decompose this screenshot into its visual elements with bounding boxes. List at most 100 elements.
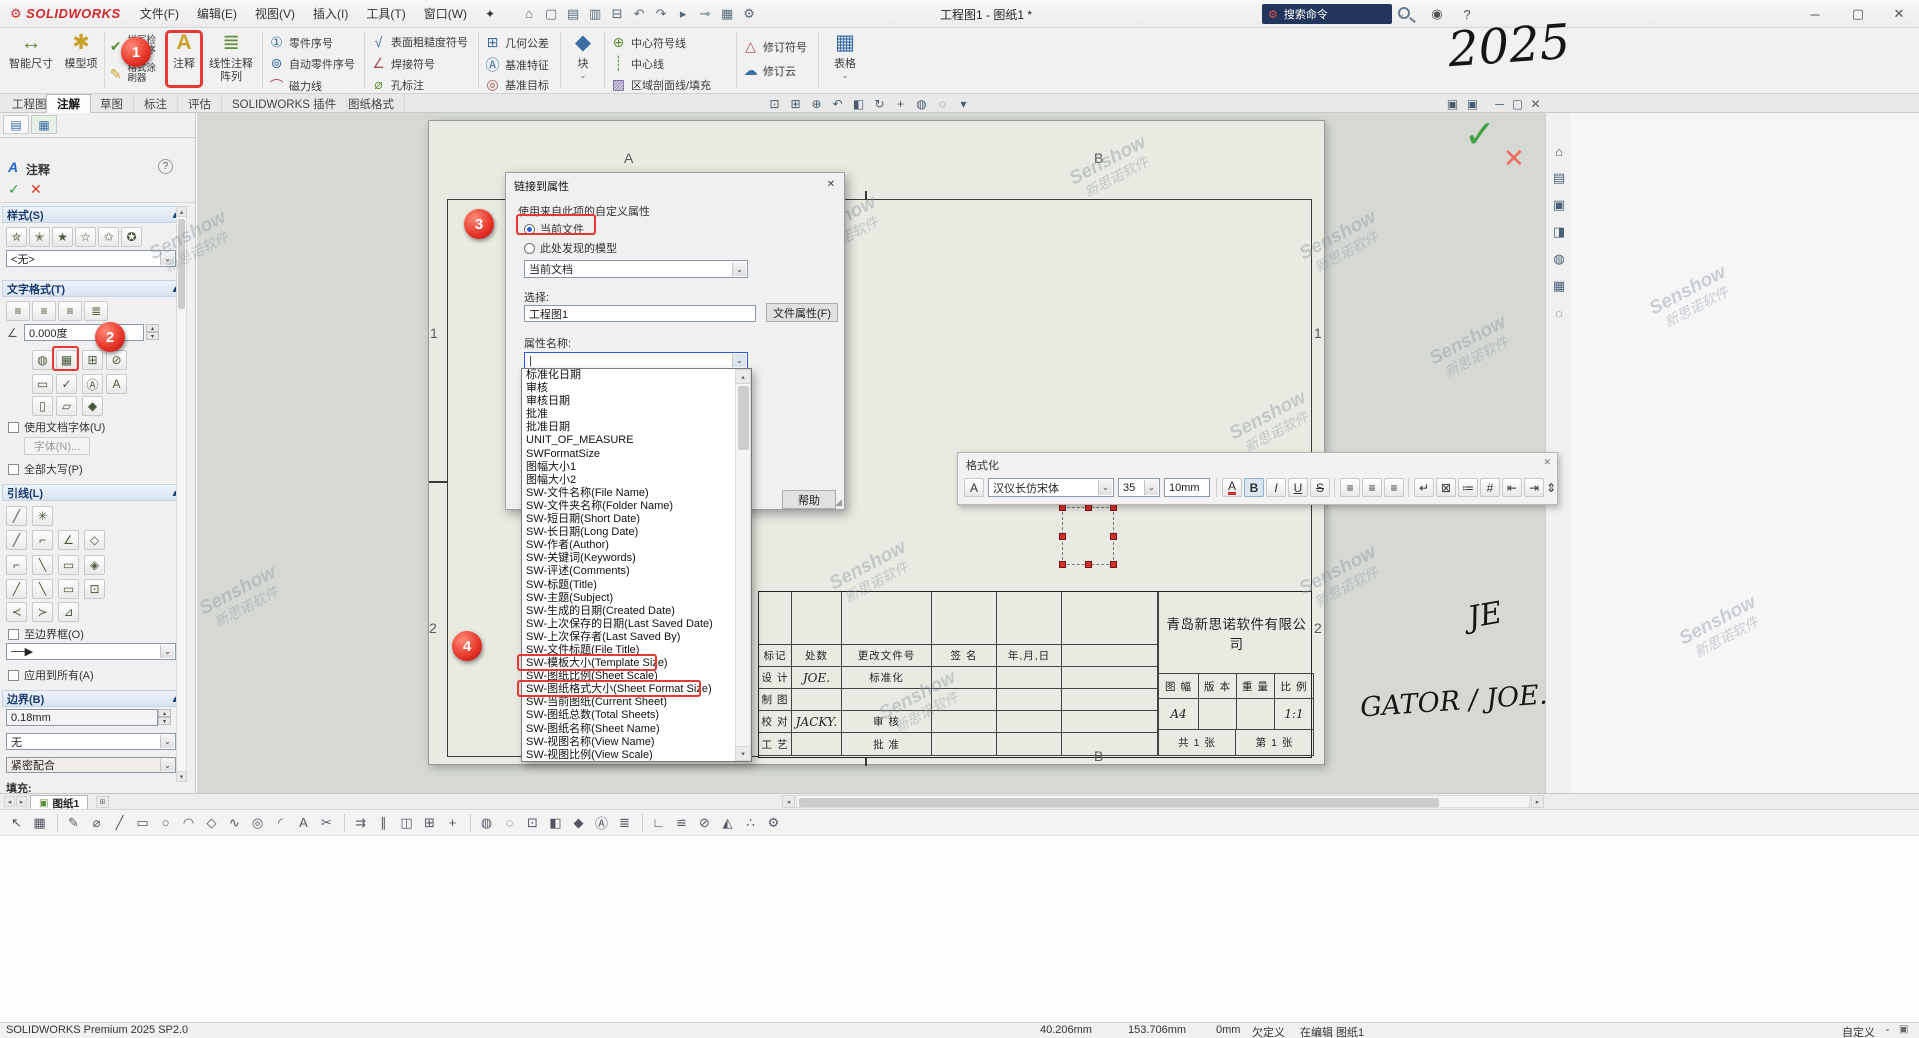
font-size-dropdown[interactable]: 35⌄ (1118, 478, 1160, 497)
zoom-fit-icon[interactable]: ⊡ (765, 95, 784, 112)
angle-input[interactable]: 0.000度 (24, 324, 144, 341)
underline-leader-icon[interactable]: ∠ (58, 530, 79, 550)
cancel-x-mark[interactable]: ✕ (1503, 143, 1525, 174)
grid-icon[interactable]: ▦ (29, 812, 50, 833)
bent-leader-icon[interactable]: ⌐ (32, 530, 53, 550)
doc-restore-icon[interactable]: ▢ (1508, 95, 1527, 112)
font-family-dropdown[interactable]: 汉仪长仿宋体⌄ (988, 478, 1114, 497)
apply-to-all-checkbox[interactable]: 应用到所有(A) (8, 667, 94, 683)
resize-handle[interactable] (1059, 561, 1066, 568)
centerline-button[interactable]: ┊ 中心线 (610, 55, 664, 72)
line-spacing-icon[interactable]: ⇕ (1546, 478, 1556, 497)
style-delete-favorite-icon[interactable]: ✭ (29, 227, 50, 247)
number-list-icon[interactable]: # (1480, 478, 1500, 497)
dialog-close-icon[interactable]: ✕ (823, 177, 839, 192)
pin-icon[interactable]: ✦ (476, 0, 504, 28)
underline-button[interactable]: U (1288, 478, 1308, 497)
list-item[interactable]: SW-当前图纸(Current Sheet) (522, 696, 735, 709)
fillet-icon[interactable]: ◜ (270, 812, 291, 833)
resize-handle[interactable] (1110, 504, 1117, 511)
insert-hyperlink-icon[interactable]: ◍ (32, 350, 53, 370)
align-icon[interactable]: ∟ (648, 812, 669, 833)
style-preset-dropdown[interactable]: <无>⌄ (6, 250, 176, 267)
minimize-icon[interactable]: ─ (1795, 0, 1835, 28)
multi-leader-icon[interactable]: ✳ (32, 506, 53, 526)
list-item[interactable]: SW-视图名称(View Name) (522, 736, 735, 749)
scroll-up-icon[interactable]: ▴ (735, 369, 751, 384)
list-item[interactable]: SW-标题(Title) (522, 579, 735, 592)
section-style[interactable]: 样式(S)▴ (2, 206, 183, 223)
text-icon[interactable]: A (293, 812, 314, 833)
to-bounding-box-checkbox[interactable]: 至边界框(O) (8, 626, 84, 642)
leader-anchor-auto-icon[interactable]: ⊿ (58, 602, 79, 622)
border-fit-dropdown[interactable]: 紧密配合⌄ (6, 757, 176, 773)
section-text-format[interactable]: 文字格式(T)▴ (2, 280, 183, 297)
scrollbar-thumb[interactable] (799, 798, 1439, 807)
feature-manager-tab[interactable]: ▤ (3, 115, 29, 134)
datum-flag-icon[interactable]: Ⓐ (82, 374, 103, 394)
scrollbar-thumb[interactable] (738, 386, 749, 450)
rotate-view-icon[interactable]: ↻ (870, 95, 889, 112)
no-entity-icon[interactable]: ⊘ (694, 812, 715, 833)
view-orientation-icon[interactable]: ◆ (568, 812, 589, 833)
style-menu-icon[interactable]: ✪ (121, 227, 142, 247)
resize-handle[interactable] (1110, 533, 1117, 540)
selected-document-field[interactable]: 工程图1 (524, 305, 756, 322)
wrap-text-icon[interactable]: ↵ (1414, 478, 1434, 497)
appearances-icon[interactable]: ◍ (1549, 249, 1569, 269)
mirror-entities-icon[interactable]: ◫ (396, 812, 417, 833)
align-right-button[interactable]: ≡ (1384, 478, 1404, 497)
underlined-leader2-icon[interactable]: ▭ (58, 579, 79, 599)
section-border[interactable]: 边界(B)▴ (2, 690, 183, 707)
border-size-input[interactable]: 0.18mm (6, 709, 158, 726)
center-mark-button[interactable]: ⊕ 中心符号线 (610, 34, 686, 51)
outdent-icon[interactable]: ⇤ (1502, 478, 1522, 497)
list-item[interactable]: SW-作者(Author) (522, 539, 735, 552)
document-scope-dropdown[interactable]: 当前文档⌄ (524, 260, 748, 278)
list-item[interactable]: 图幅大小1 (522, 461, 735, 474)
pm-help-icon[interactable]: ? (158, 159, 173, 174)
style-load-favorite-icon[interactable]: ☆ (75, 227, 96, 247)
options-gear-icon[interactable]: ⚙ (738, 3, 760, 25)
align-left-button[interactable]: ≡ (1340, 478, 1360, 497)
scroll-down-icon[interactable]: ▾ (176, 771, 187, 782)
revision-symbol-button[interactable]: △ 修订符号 (742, 38, 807, 55)
ellipse-icon[interactable]: ◎ (247, 812, 268, 833)
section-view-icon[interactable]: ◧ (545, 812, 566, 833)
list-item[interactable]: SW-评述(Comments) (522, 565, 735, 578)
shaded-view-icon[interactable]: ◭ (717, 812, 738, 833)
paragraph-icon[interactable]: ▯ (32, 396, 53, 416)
spell-ok-icon[interactable]: ✓ (56, 374, 77, 394)
resize-handle[interactable] (1085, 561, 1092, 568)
geometric-tolerance-button[interactable]: ⊞ 几何公差 (484, 34, 549, 51)
menu-window[interactable]: 窗口(W) (415, 0, 476, 28)
line-icon[interactable]: ╱ (109, 812, 130, 833)
no-wrap-icon[interactable]: ⊠ (1436, 478, 1456, 497)
hole-callout-button[interactable]: ⌀ 孔标注 (370, 76, 424, 93)
move-entities-icon[interactable]: + (442, 812, 463, 833)
status-custom-label[interactable]: 自定义 (1842, 1024, 1875, 1038)
list-item[interactable]: SW-关键词(Keywords) (522, 552, 735, 565)
window-tile-icon[interactable]: ▣ (1463, 95, 1482, 112)
tab-sketch[interactable]: 草图 (90, 94, 134, 113)
text-height-input[interactable]: 10mm (1164, 478, 1210, 497)
leader-left-icon[interactable]: ⌐ (6, 555, 27, 575)
property-manager-tab[interactable]: ▦ (31, 115, 57, 134)
list-item[interactable]: SW-上次保存的日期(Last Saved Date) (522, 618, 735, 631)
tab-sheet-format[interactable]: 图纸格式 (338, 94, 405, 113)
indent-icon[interactable]: ⇥ (1524, 478, 1544, 497)
straight-leader-icon[interactable]: ╱ (6, 579, 27, 599)
datum-feature-button[interactable]: Ⓐ 基准特征 (484, 55, 549, 75)
leader-right-icon[interactable]: ╲ (32, 555, 53, 575)
list-item[interactable]: SW-文件名称(File Name) (522, 487, 735, 500)
forum-icon[interactable]: ◌ (1549, 303, 1569, 323)
magnetic-line-button[interactable]: ⌒ 磁力线 (268, 76, 322, 96)
resize-handle[interactable] (1110, 561, 1117, 568)
doc-minimize-icon[interactable]: ─ (1490, 95, 1509, 112)
zoom-fit-icon[interactable]: ⊡ (522, 812, 543, 833)
title-block[interactable]: 标记 处数 更改文件号 签 名 年,月,日 设 计 JOE. 标准化 制 图 校… (758, 591, 1312, 758)
all-caps-checkbox[interactable]: 全部大写(P) (8, 461, 83, 477)
pan-icon[interactable]: + (891, 95, 910, 112)
panel-scrollbar[interactable] (176, 206, 187, 782)
scroll-up-icon[interactable]: ▴ (176, 206, 187, 217)
